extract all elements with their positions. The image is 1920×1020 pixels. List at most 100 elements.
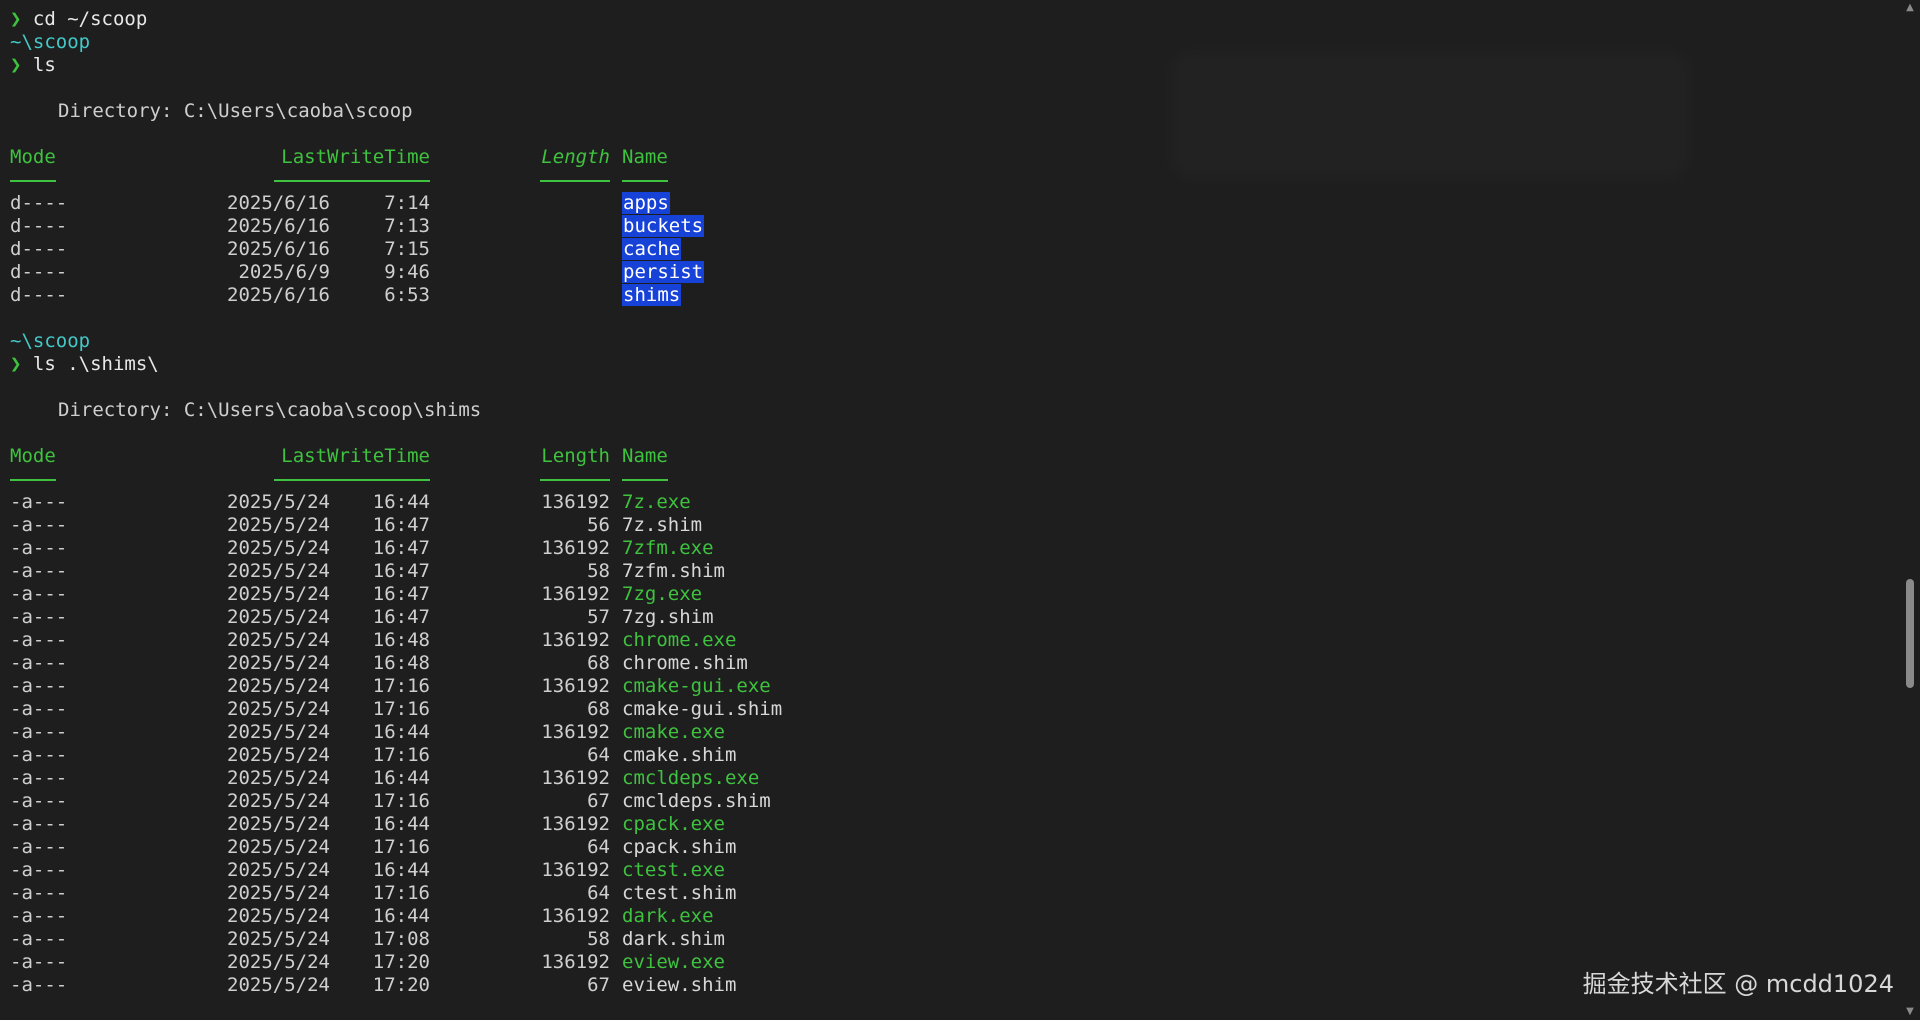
header-name: Name [622,146,668,168]
row-date: 2025/5/24 [227,491,330,513]
file-name[interactable]: chrome.exe [622,629,736,651]
row-time: 16:44 [372,491,430,513]
table-row: -a--- 2025/5/24 17:16 136192 cmake-gui.exe [10,675,1890,698]
row-time: 16:47 [372,606,430,628]
row-mode: -a--- [10,859,68,881]
file-name[interactable]: cmake-gui.exe [622,675,771,697]
file-name[interactable]: eview.exe [622,951,725,973]
row-mode: -a--- [10,675,68,697]
directory-name[interactable]: persist [622,261,705,283]
file-name[interactable]: 7zg.exe [622,583,702,605]
row-time: 17:16 [372,744,430,766]
file-name[interactable]: cmake.exe [622,721,725,743]
watermark-text: 掘金技术社区 @ mcdd1024 [1582,970,1894,998]
row-time: 16:44 [372,721,430,743]
row-mode: -a--- [10,767,68,789]
file-name[interactable]: cmake.shim [622,744,736,766]
row-length: 56 [587,514,610,536]
file-name[interactable]: dark.exe [622,905,714,927]
row-mode: -a--- [10,836,68,858]
file-name[interactable]: cmake-gui.shim [622,698,782,720]
file-name[interactable]: cmcldeps.exe [622,767,759,789]
directory-name[interactable]: apps [622,192,670,214]
table-row: -a--- 2025/5/24 16:44 136192 cmake.exe [10,721,1890,744]
prompt-chevron-icon: ❯ [10,54,22,76]
row-date: 2025/5/24 [227,859,330,881]
command-text: ls [32,54,56,76]
row-time: 7:15 [384,238,430,260]
table-row: -a--- 2025/5/24 16:48 68 chrome.shim [10,652,1890,675]
row-date: 2025/5/24 [227,721,330,743]
command-line: ❯ ls .\shims\ [10,353,1890,376]
directory-name[interactable]: buckets [622,215,705,237]
file-name[interactable]: 7zg.shim [622,606,714,628]
row-mode: -a--- [10,606,68,628]
row-length: 136192 [541,721,610,743]
table-row: -a--- 2025/5/24 17:16 64 cpack.shim [10,836,1890,859]
row-length: 136192 [541,951,610,973]
row-time: 17:16 [372,698,430,720]
file-name[interactable]: cpack.exe [622,813,725,835]
row-length: 136192 [541,813,610,835]
row-date: 2025/5/24 [227,905,330,927]
directory-heading: Directory: C:\Users\caoba\scoop\shims [10,399,1890,422]
row-time: 17:20 [372,974,430,996]
table-row: -a--- 2025/5/24 16:44 136192 cmcldeps.exe [10,767,1890,790]
table-row: -a--- 2025/5/24 16:48 136192 chrome.exe [10,629,1890,652]
row-time: 17:16 [372,882,430,904]
row-date: 2025/5/24 [227,882,330,904]
row-mode: -a--- [10,560,68,582]
table-row: d---- 2025/6/9 9:46 persist [10,261,1890,284]
underline-time [274,478,430,481]
row-date: 2025/6/16 [227,284,330,306]
row-date: 2025/6/9 [238,261,330,283]
prompt-chevron-icon: ❯ [10,353,22,375]
table-row: -a--- 2025/5/24 16:44 136192 ctest.exe [10,859,1890,882]
directory-name[interactable]: shims [622,284,682,306]
file-name[interactable]: eview.shim [622,974,736,996]
vertical-scrollbar[interactable]: ▲ ▼ [1904,0,1916,1020]
row-time: 17:16 [372,790,430,812]
underline-length [540,478,610,481]
row-mode: d---- [10,192,68,214]
row-length: 57 [587,606,610,628]
file-name[interactable]: cpack.shim [622,836,736,858]
table-row: -a--- 2025/5/24 16:47 56 7z.shim [10,514,1890,537]
listing-header: Mode LastWriteTime Length Name [10,445,1890,468]
file-name[interactable]: 7zfm.shim [622,560,725,582]
underline-length [540,179,610,182]
file-name[interactable]: chrome.shim [622,652,748,674]
row-time: 16:47 [372,560,430,582]
directory-name[interactable]: cache [622,238,682,260]
underline-name [622,478,668,481]
file-name[interactable]: ctest.shim [622,882,736,904]
file-name[interactable]: 7z.shim [622,514,702,536]
table-row: -a--- 2025/5/24 16:47 58 7zfm.shim [10,560,1890,583]
scroll-down-icon[interactable]: ▼ [1904,1006,1916,1018]
file-name[interactable]: ctest.exe [622,859,725,881]
row-length: 136192 [541,767,610,789]
header-underline [10,169,1890,192]
file-name[interactable]: 7zfm.exe [622,537,714,559]
row-mode: d---- [10,261,68,283]
row-mode: -a--- [10,744,68,766]
file-name[interactable]: 7z.exe [622,491,691,513]
row-length: 58 [587,928,610,950]
terminal-output[interactable]: ❯ cd ~/scoop ~\scoop ❯ ls Directory: C:\… [10,8,1890,1012]
header-mode: Mode [10,146,56,168]
file-name[interactable]: cmcldeps.shim [622,790,771,812]
row-time: 16:48 [372,652,430,674]
file-name[interactable]: dark.shim [622,928,725,950]
row-date: 2025/5/24 [227,652,330,674]
prompt-path: ~\scoop [10,330,91,352]
row-date: 2025/5/24 [227,560,330,582]
row-date: 2025/6/16 [227,238,330,260]
scrollbar-thumb[interactable] [1906,579,1914,688]
row-date: 2025/5/24 [227,836,330,858]
table-row: -a--- 2025/5/24 16:44 136192 7z.exe [10,491,1890,514]
scroll-up-icon[interactable]: ▲ [1904,2,1916,14]
row-time: 7:13 [384,215,430,237]
row-date: 2025/5/24 [227,629,330,651]
row-mode: -a--- [10,514,68,536]
row-time: 16:47 [372,583,430,605]
